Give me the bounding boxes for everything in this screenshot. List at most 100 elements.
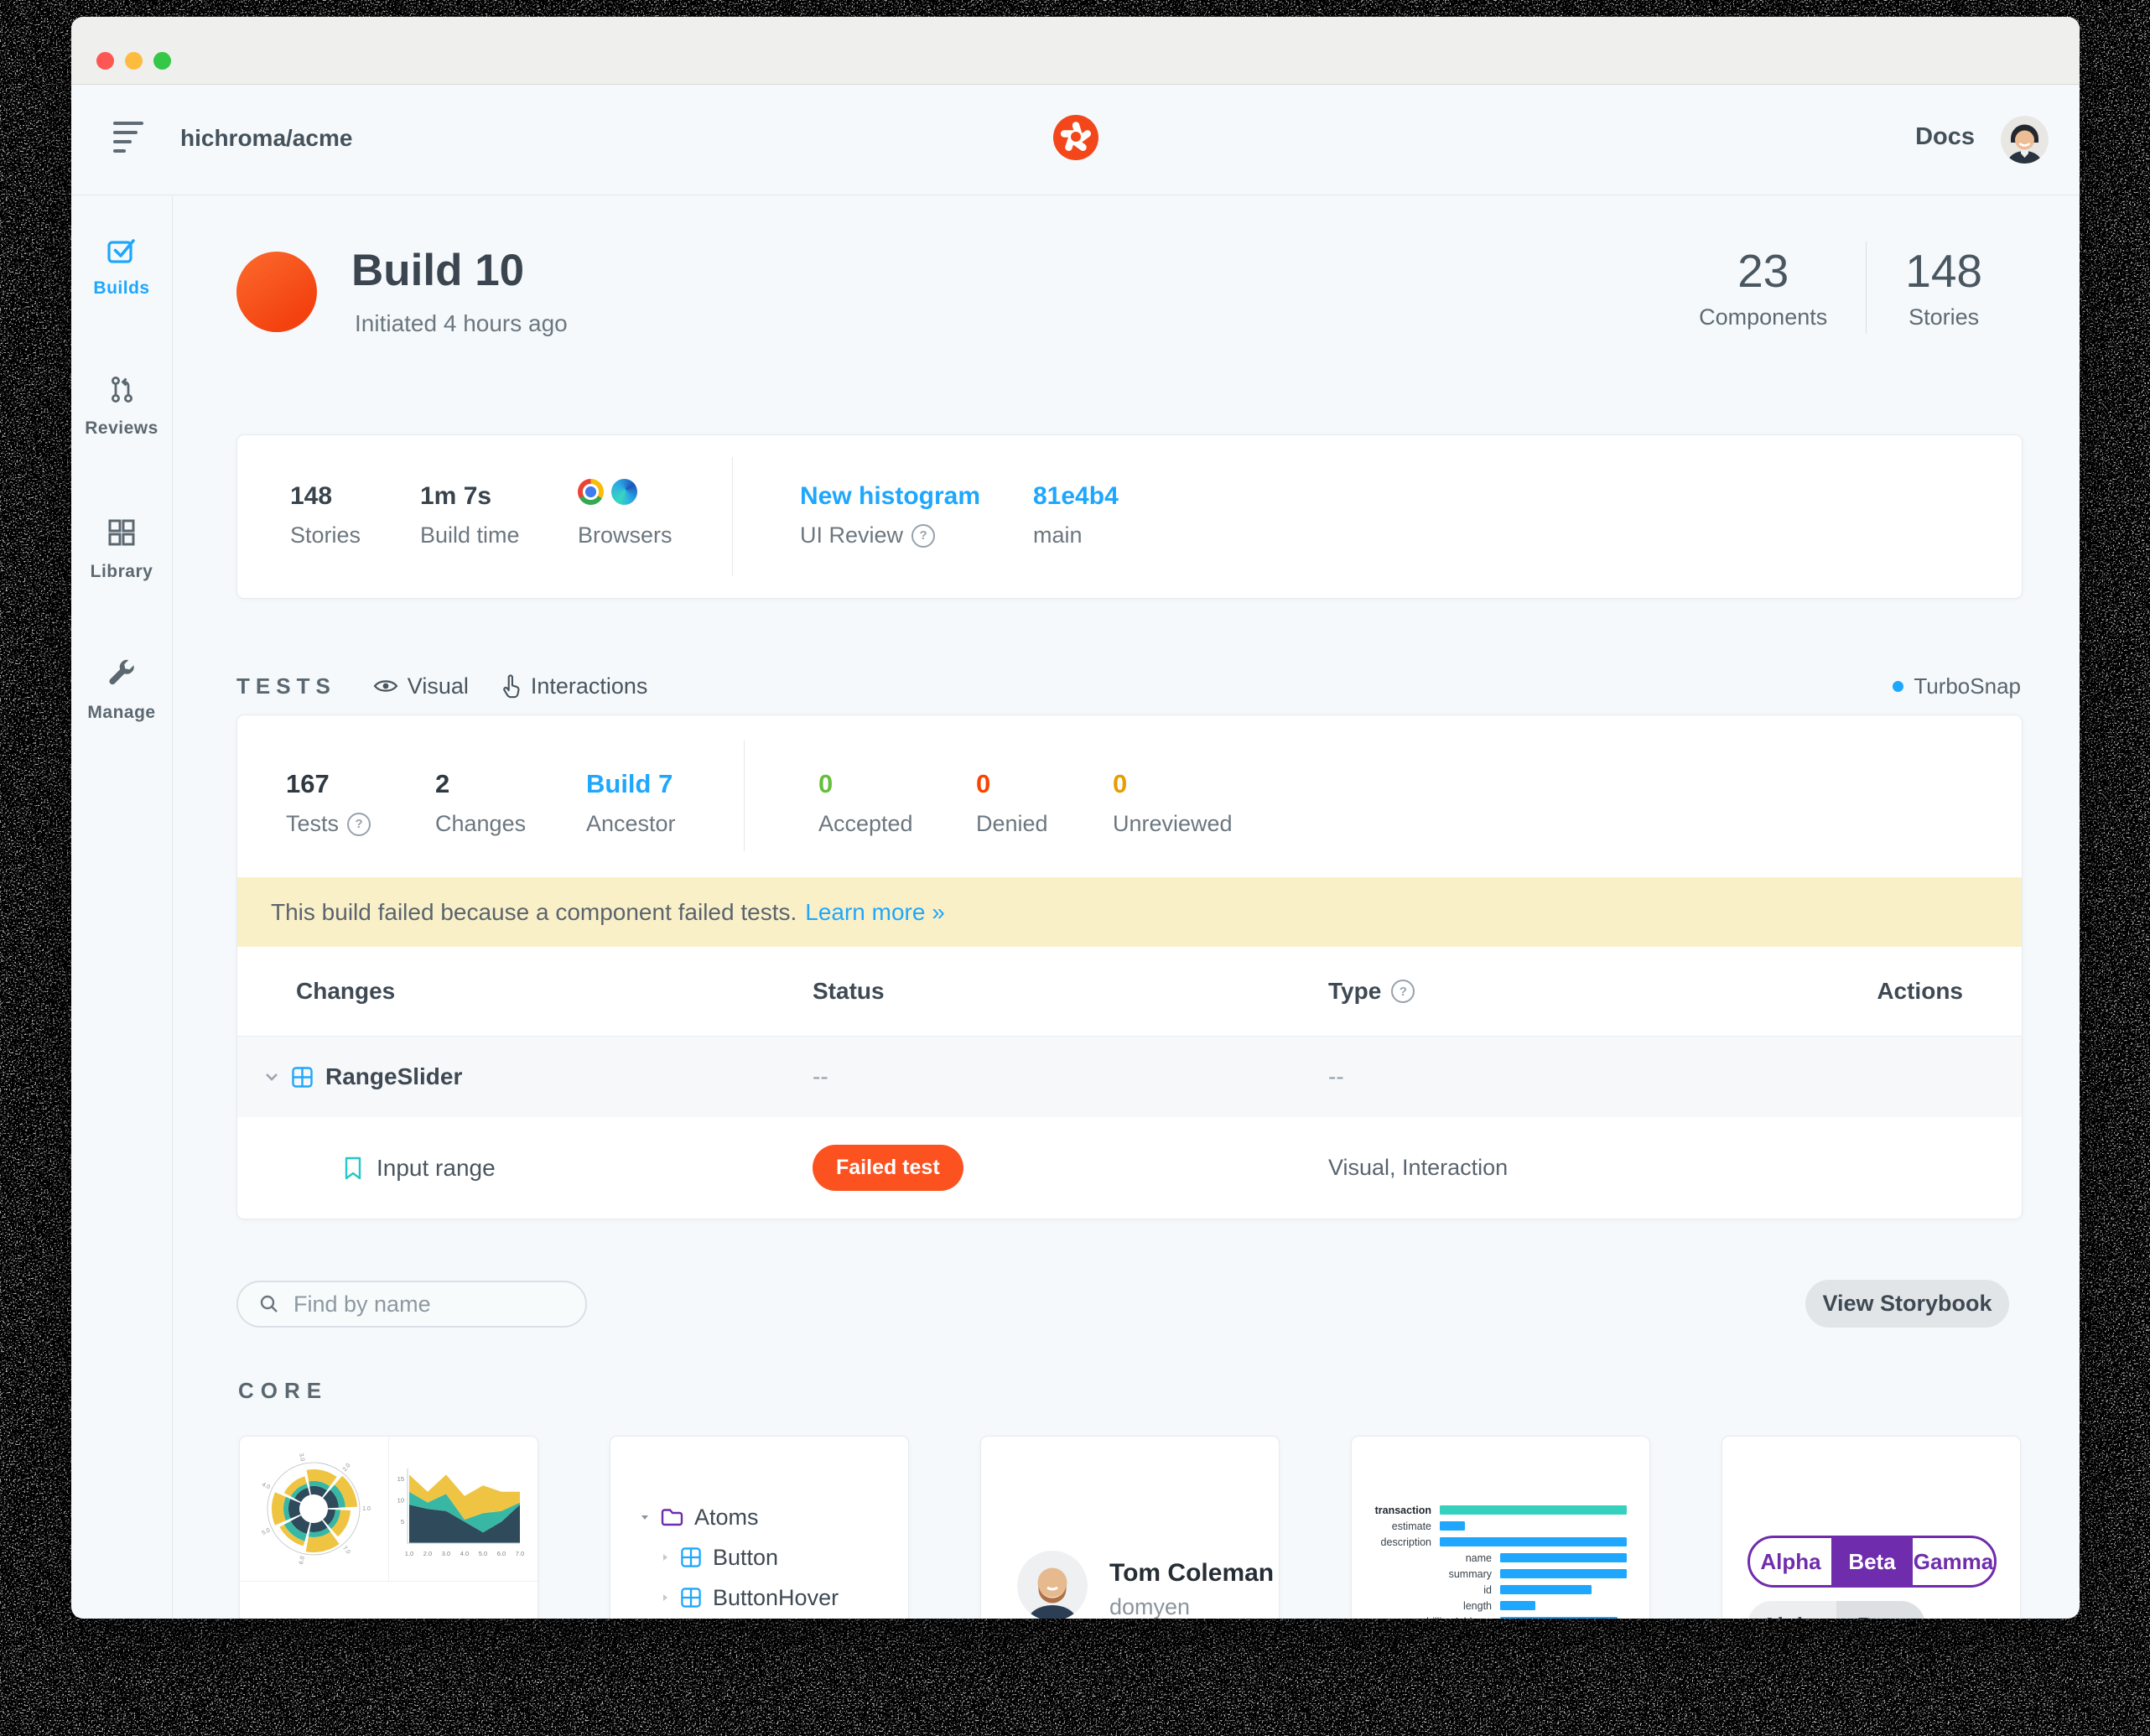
- sidebar-item-manage[interactable]: Manage: [71, 657, 172, 723]
- segment-gamma[interactable]: Gamma: [1913, 1538, 1994, 1585]
- column-status: Status: [813, 978, 885, 1004]
- ancestor-build-link[interactable]: Build 7: [586, 769, 673, 799]
- component-grid-icon: [681, 1588, 701, 1608]
- sidebar-item-reviews[interactable]: Reviews: [71, 372, 172, 439]
- learn-more-link[interactable]: Learn more »: [805, 899, 945, 926]
- component-card-tree[interactable]: Atoms Button ButtonHover: [610, 1436, 909, 1619]
- component-card-profile[interactable]: Tom Coleman domyen: [980, 1436, 1280, 1619]
- segment-alpha[interactable]: Alpha: [1750, 1538, 1831, 1585]
- tests-heading: TESTS: [236, 673, 336, 699]
- ui-review-label: UI Review: [800, 522, 936, 548]
- sidebar-item-library[interactable]: Library: [71, 516, 172, 582]
- divider: [240, 1581, 538, 1582]
- turbosnap-label: TurboSnap: [1914, 673, 2021, 699]
- sidebar-item-label: Library: [90, 562, 153, 581]
- table-row-component[interactable]: RangeSlider -- --: [237, 1037, 2022, 1117]
- app-window: hichroma/acme Docs Builds Reviews Librar…: [71, 17, 2080, 1619]
- component-grid-icon: [292, 1066, 313, 1088]
- field-bar-row: summary: [1352, 1566, 1649, 1582]
- svg-text:3.0: 3.0: [442, 1550, 450, 1557]
- sidebar-item-label: Reviews: [85, 418, 158, 438]
- table-row-story[interactable]: Input range Failed test Visual, Interact…: [237, 1117, 2022, 1219]
- stat-tests-label-text: Tests: [286, 811, 340, 836]
- stat-unreviewed-label: Unreviewed: [1113, 811, 1233, 836]
- build-header-stats: 23 Components 148 Stories: [1660, 242, 2021, 334]
- project-breadcrumb[interactable]: hichroma/acme: [180, 125, 352, 152]
- stat-unreviewed-value: 0: [1113, 769, 1128, 798]
- tree-item-atoms[interactable]: Atoms: [610, 1497, 908, 1537]
- view-storybook-button[interactable]: View Storybook: [1805, 1280, 2009, 1328]
- failed-test-badge[interactable]: Failed test: [813, 1145, 963, 1191]
- caret-down-icon[interactable]: [639, 1511, 651, 1523]
- row-status: --: [813, 1063, 828, 1089]
- search-field[interactable]: [236, 1281, 587, 1328]
- search-icon: [260, 1295, 278, 1312]
- stories-count: 148: [1905, 244, 1982, 297]
- segment-secondary-alpha[interactable]: Alpha: [1748, 1601, 1836, 1619]
- help-icon[interactable]: [1391, 980, 1415, 1003]
- caret-right-icon[interactable]: [659, 1592, 671, 1603]
- sidebar-item-builds[interactable]: Builds: [71, 235, 172, 299]
- tree-item-label: Atoms: [694, 1504, 759, 1530]
- component-card-charts[interactable]: 1.0 2.0 3.0 4.0 5.0 6.0 7.0 5 10 15 1.0 2.0 3.0 4.0 5…: [239, 1436, 538, 1619]
- minimize-window-button[interactable]: [125, 52, 143, 70]
- divider: [388, 1437, 389, 1581]
- segment-beta[interactable]: Beta: [1831, 1538, 1913, 1585]
- segmented-control-secondary: AlphaBeta: [1748, 1601, 1925, 1619]
- tab-interactions[interactable]: Interactions: [501, 673, 647, 699]
- tests-section-header: TESTS Visual Interactions TurboSnap: [236, 669, 2021, 703]
- svg-text:5: 5: [401, 1518, 404, 1525]
- branch-name: main: [1033, 522, 1083, 548]
- tab-visual[interactable]: Visual: [373, 673, 469, 699]
- field-bar-row: id: [1352, 1582, 1649, 1598]
- field-label: summary: [1448, 1567, 1492, 1580]
- row-type: Visual, Interaction: [1328, 1155, 1509, 1180]
- svg-text:10: 10: [397, 1497, 404, 1505]
- build-initiated-text: Initiated 4 hours ago: [355, 310, 568, 336]
- column-type: Type: [1328, 978, 1382, 1004]
- field-label: id: [1483, 1583, 1492, 1596]
- row-type: --: [1328, 1063, 1344, 1089]
- docs-link[interactable]: Docs: [1915, 123, 1975, 151]
- search-input[interactable]: [292, 1290, 547, 1318]
- chromatic-logo-icon[interactable]: [1053, 115, 1098, 160]
- stat-changes-label: Changes: [435, 811, 527, 836]
- component-name[interactable]: RangeSlider: [325, 1063, 462, 1090]
- close-window-button[interactable]: [96, 52, 114, 70]
- tree-item-label: ButtonHover: [713, 1584, 839, 1610]
- svg-text:5.0: 5.0: [262, 1527, 272, 1536]
- field-bar: [1440, 1537, 1627, 1546]
- story-name[interactable]: Input range: [377, 1155, 496, 1182]
- edge-browser-icon: [611, 479, 637, 505]
- summary-buildtime-value: 1m 7s: [420, 482, 492, 510]
- summary-buildtime-label: Build time: [420, 522, 520, 548]
- components-stat: 23 Components: [1660, 246, 1866, 330]
- help-icon[interactable]: [347, 812, 371, 836]
- segment-secondary-beta[interactable]: Beta: [1836, 1601, 1925, 1619]
- tree-item-button[interactable]: Button: [610, 1537, 908, 1577]
- page-title: Build 10: [351, 246, 525, 295]
- component-card-fields-chart[interactable]: transaction estimate description name summar…: [1351, 1436, 1650, 1619]
- column-changes: Changes: [296, 978, 396, 1004]
- ui-review-link[interactable]: New histogram: [800, 482, 980, 511]
- menu-icon[interactable]: [113, 122, 147, 159]
- svg-text:2.0: 2.0: [342, 1463, 352, 1473]
- manage-icon: [109, 659, 134, 685]
- caret-right-icon[interactable]: [659, 1551, 671, 1563]
- chevron-down-icon[interactable]: [261, 1066, 283, 1088]
- field-bar-row: description: [1352, 1534, 1649, 1550]
- profile-avatar: [1017, 1551, 1088, 1619]
- library-icon: [108, 519, 135, 546]
- component-card-segmented[interactable]: AlphaBetaGamma AlphaBeta: [1722, 1436, 2021, 1619]
- commit-link[interactable]: 81e4b4: [1033, 482, 1119, 511]
- field-bar-row: length: [1352, 1598, 1649, 1614]
- components-count: 23: [1737, 244, 1789, 297]
- area-chart-thumbnail: 5 10 15 1.0 2.0 3.0 4.0 5.0 6.0 7.0: [397, 1468, 524, 1557]
- zoom-window-button[interactable]: [153, 52, 171, 70]
- help-icon[interactable]: [911, 523, 936, 548]
- fields-bar-chart: transaction estimate description name summar…: [1352, 1502, 1649, 1619]
- turbosnap-indicator[interactable]: TurboSnap: [1893, 673, 2021, 699]
- svg-text:2.0: 2.0: [423, 1550, 432, 1557]
- user-avatar[interactable]: [2001, 116, 2049, 164]
- tree-item-buttonhover[interactable]: ButtonHover: [610, 1577, 908, 1618]
